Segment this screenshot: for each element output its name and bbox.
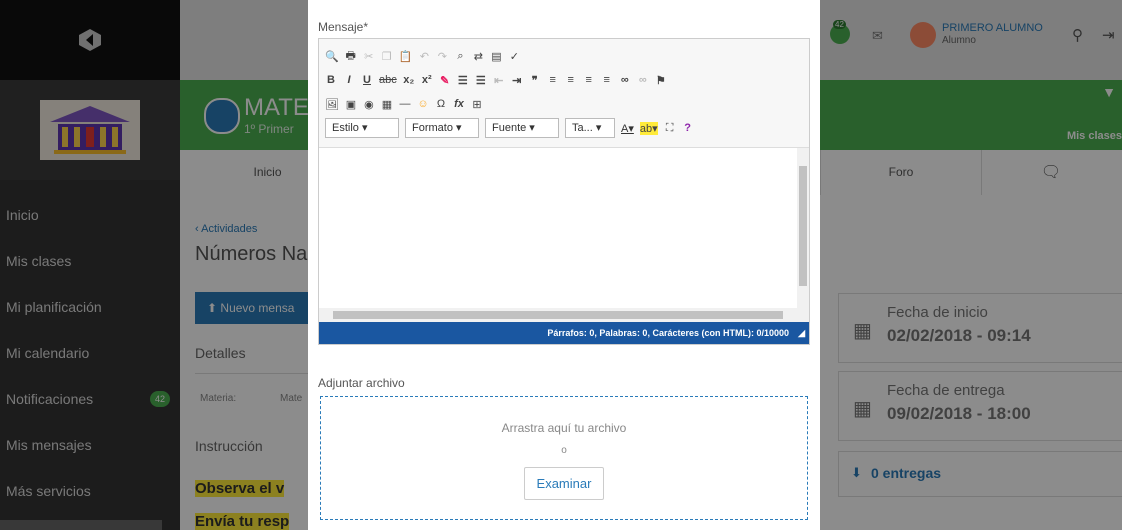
- subscript-icon[interactable]: x₂: [403, 74, 415, 86]
- align-left-icon[interactable]: ≡: [547, 74, 559, 86]
- format-select-label: Formato: [412, 122, 453, 134]
- formula-icon[interactable]: fx: [453, 98, 465, 110]
- align-center-icon[interactable]: ≡: [565, 74, 577, 86]
- style-select[interactable]: Estilo ▾: [325, 118, 399, 138]
- undo-icon[interactable]: ↶: [418, 50, 430, 63]
- iframe-icon[interactable]: ◉: [363, 98, 375, 111]
- indent-icon[interactable]: ⇥: [511, 74, 523, 87]
- unlink-icon[interactable]: ∞: [637, 74, 649, 86]
- remove-format-icon[interactable]: ✎: [439, 74, 451, 87]
- table-icon[interactable]: ▦: [381, 98, 393, 111]
- help-icon[interactable]: ?: [682, 122, 694, 134]
- link-icon[interactable]: ∞: [619, 74, 631, 86]
- strikethrough-icon[interactable]: abc: [379, 74, 397, 86]
- or-text: o: [561, 445, 567, 456]
- blockquote-icon[interactable]: ❞: [529, 74, 541, 87]
- format-select[interactable]: Formato ▾: [405, 118, 479, 138]
- vertical-scrollbar[interactable]: [797, 148, 809, 308]
- mensaje-label: Mensaje*: [318, 20, 369, 34]
- horizontal-rule-icon[interactable]: ―: [399, 98, 411, 110]
- anchor-flag-icon[interactable]: ⚑: [655, 74, 667, 87]
- align-right-icon[interactable]: ≡: [583, 74, 595, 86]
- bulleted-list-icon[interactable]: ☰: [475, 74, 487, 87]
- word-count-status: Párrafos: 0, Palabras: 0, Carácteres (co…: [547, 328, 789, 338]
- size-select-label: Ta...: [572, 122, 593, 134]
- outdent-icon[interactable]: ⇤: [493, 74, 505, 87]
- image-icon[interactable]: 🖼: [325, 98, 339, 111]
- print-icon[interactable]: 🖶: [345, 47, 357, 66]
- resize-handle-icon[interactable]: ◢: [798, 322, 805, 344]
- flash-icon[interactable]: ▣: [345, 98, 357, 111]
- find-icon[interactable]: ⌕: [454, 50, 466, 63]
- justify-icon[interactable]: ≡: [601, 74, 613, 86]
- text-color-icon[interactable]: A▾: [621, 122, 634, 135]
- file-dropzone[interactable]: Arrastra aquí tu archivo o Examinar: [320, 396, 808, 520]
- numbered-list-icon[interactable]: ☰: [457, 74, 469, 87]
- font-select[interactable]: Fuente ▾: [485, 118, 559, 138]
- editor-toolbar-row-2: B I U abc x₂ x² ✎ ☰ ☰ ⇤ ⇥ ❞ ≡ ≡ ≡ ≡ ∞ ∞ …: [325, 71, 667, 89]
- editor-toolbar-row-4: Estilo ▾ Formato ▾ Fuente ▾ Ta... ▾ A▾ a…: [325, 118, 694, 138]
- adjuntar-label: Adjuntar archivo: [318, 376, 405, 390]
- examinar-button[interactable]: Examinar: [523, 467, 605, 500]
- bold-icon[interactable]: B: [325, 74, 337, 86]
- preview-icon[interactable]: 🔍: [325, 50, 339, 63]
- select-all-icon[interactable]: ▤: [490, 50, 502, 63]
- editor-status-bar: Párrafos: 0, Palabras: 0, Carácteres (co…: [319, 322, 809, 344]
- spellcheck-icon[interactable]: ✓: [508, 50, 520, 63]
- smiley-icon[interactable]: ☺: [417, 98, 429, 110]
- underline-icon[interactable]: U: [361, 74, 373, 86]
- rich-text-editor: 🔍 🖶 ✂ ❐ 📋 ↶ ↷ ⌕ ⇄ ▤ ✓ B I U abc x₂ x² ✎ …: [318, 38, 810, 345]
- font-select-label: Fuente: [492, 122, 527, 134]
- editor-toolbar-row-3: 🖼 ▣ ◉ ▦ ― ☺ Ω fx ⊞: [325, 95, 483, 113]
- editor-toolbar-row-1: 🔍 🖶 ✂ ❐ 📋 ↶ ↷ ⌕ ⇄ ▤ ✓: [325, 47, 520, 65]
- bg-color-icon[interactable]: ab▾: [639, 121, 658, 135]
- message-modal: Mensaje* 🔍 🖶 ✂ ❐ 📋 ↶ ↷ ⌕ ⇄ ▤ ✓ B I U abc…: [308, 0, 820, 530]
- redo-icon[interactable]: ↷: [436, 50, 448, 63]
- scrollbar-thumb[interactable]: [799, 166, 807, 286]
- size-select[interactable]: Ta... ▾: [565, 118, 615, 138]
- special-char-icon[interactable]: Ω: [435, 98, 447, 110]
- insert-table-icon[interactable]: ⊞: [471, 98, 483, 111]
- scrollbar-thumb[interactable]: [333, 311, 783, 319]
- horizontal-scrollbar[interactable]: [319, 308, 809, 322]
- superscript-icon[interactable]: x²: [421, 74, 433, 86]
- message-textarea[interactable]: [319, 147, 809, 322]
- style-select-label: Estilo: [332, 122, 359, 134]
- paste-icon[interactable]: 📋: [399, 50, 413, 63]
- italic-icon[interactable]: I: [343, 74, 355, 86]
- drop-text: Arrastra aquí tu archivo: [501, 421, 627, 435]
- copy-icon[interactable]: ❐: [381, 50, 393, 63]
- replace-icon[interactable]: ⇄: [472, 50, 484, 63]
- cut-icon[interactable]: ✂: [363, 50, 375, 63]
- maximize-icon[interactable]: ⛶: [664, 122, 676, 135]
